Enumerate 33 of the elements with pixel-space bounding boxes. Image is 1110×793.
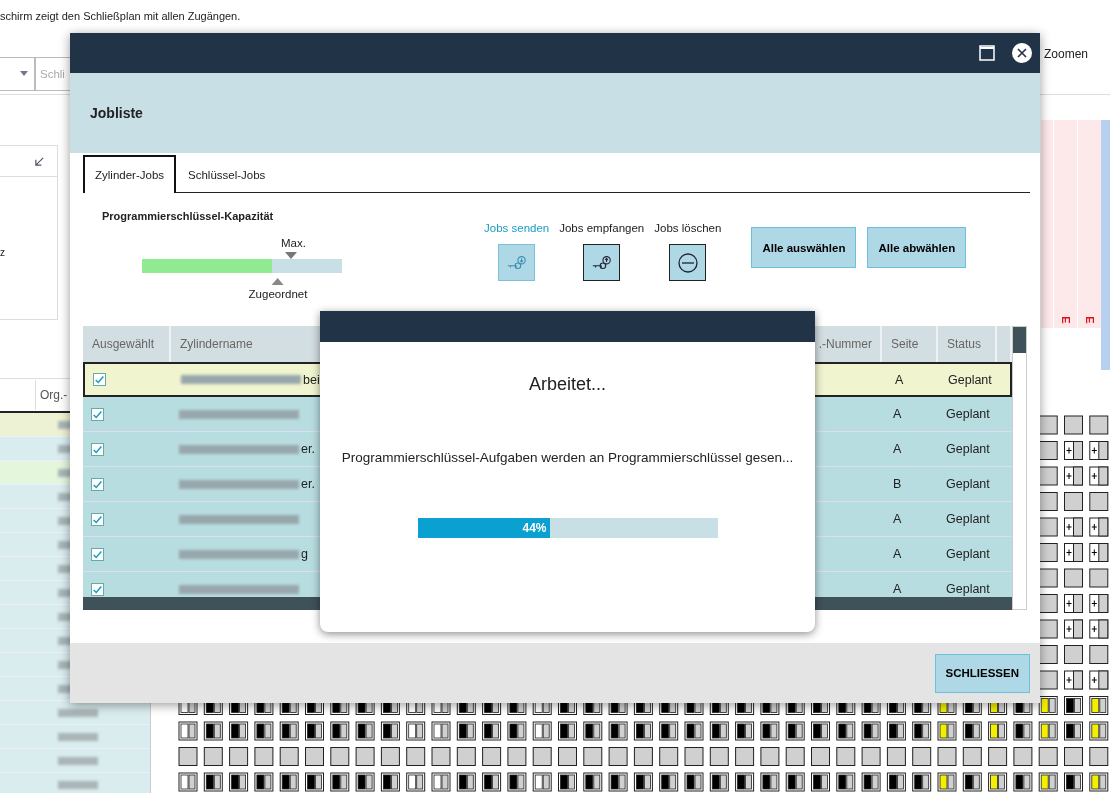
table-cell-text: A [892,441,903,458]
assigned-label: Zugeordnet [248,288,308,300]
action-label: Jobs löschen [654,222,722,234]
column-marker: E [1083,316,1096,324]
table-cell-text: A [892,546,903,563]
table-cell-text: A [892,581,903,597]
table-cell: er. [301,477,315,491]
table-cell: bei [303,372,320,387]
column-marker: E [1059,316,1072,324]
intro-text: schirm zeigt den Schließplan mit allen Zugängen. [0,10,241,22]
action-label: Jobs empfangen [559,222,645,234]
table-cell-text: B [892,476,903,493]
progress-reading: 44% [522,521,548,535]
table-cell-text: Geplant [945,406,991,423]
table-cell-text: Geplant [945,546,991,563]
progress-title: Arbeitet... [528,374,606,395]
table-cell-text: Geplant [945,511,991,528]
table-cell: g [301,547,308,561]
table-cell-text: Geplant [947,371,993,389]
max-label: Max. [281,237,306,249]
table-cell-text: Geplant [945,441,991,458]
table-cell-text: Geplant [945,476,991,493]
table-cell: er. [301,442,315,456]
progress-message: Programmierschlüssel-Aufgaben werden an Programmierschlüssel gesen... [341,450,794,465]
table-cell-text: A [892,511,903,528]
panel-text: z [0,247,5,258]
dialog-title: Jobliste [90,105,143,121]
table-cell-text: A [894,371,905,389]
column-header: Org.- [35,380,68,410]
table-cell-text: A [892,406,903,423]
action-label: Jobs senden [484,222,550,234]
section-title: Programmierschlüssel-Kapazität [102,210,274,222]
table-cell-text: Geplant [945,581,991,597]
